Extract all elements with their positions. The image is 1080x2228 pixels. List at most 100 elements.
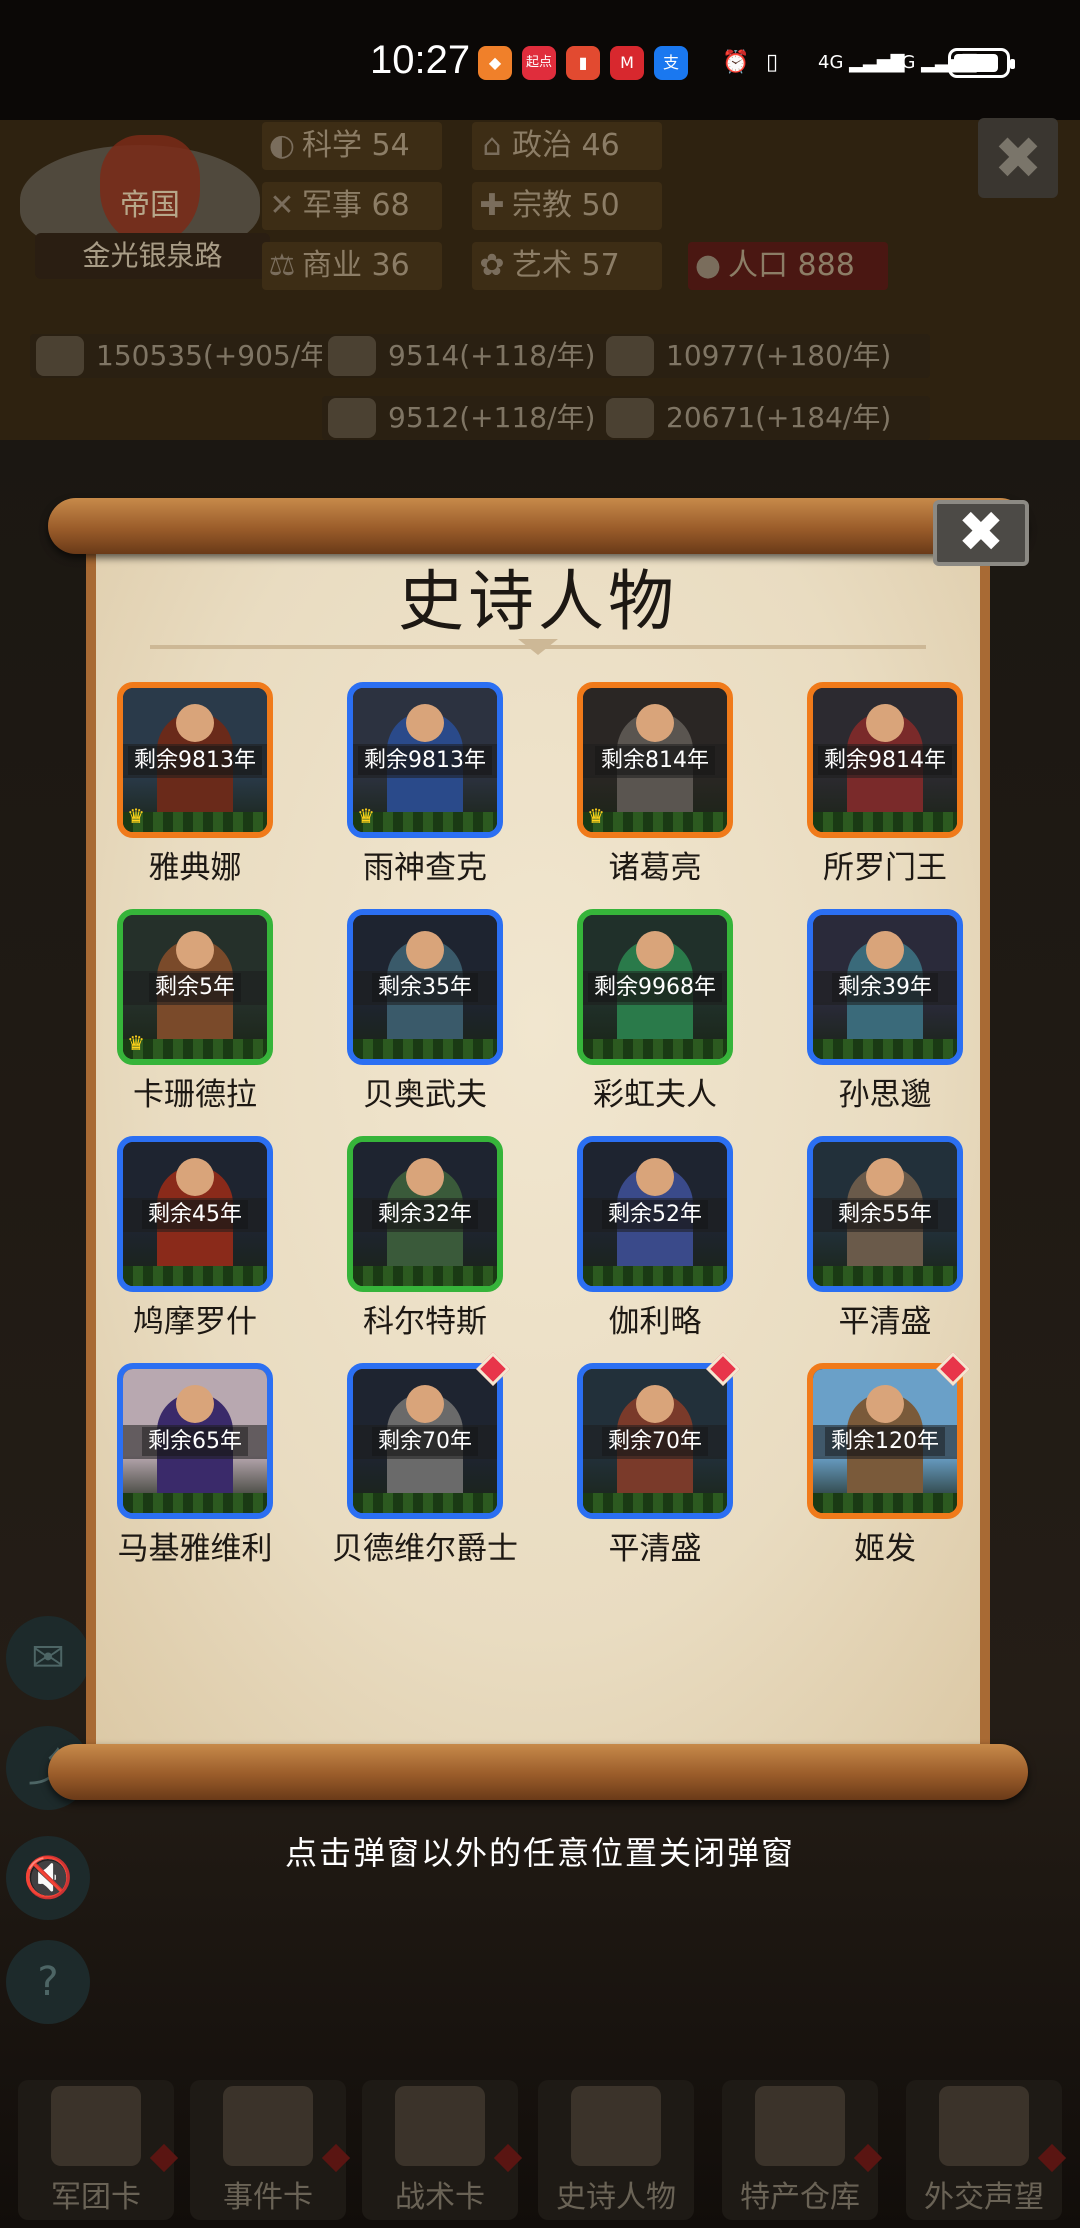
character-card[interactable]: 剩余70年贝德维尔爵士 — [332, 1352, 518, 1568]
character-head — [866, 1385, 904, 1423]
tab-diplomacy: 外交声望 — [906, 2080, 1067, 2220]
app-icon-orange: ◆ — [478, 46, 512, 80]
close-button[interactable]: ✖ — [933, 500, 1029, 566]
character-name: 雅典娜 — [148, 850, 242, 886]
resource-meat: 20671(+184/年) — [600, 396, 930, 440]
swords-icon: ✕ — [269, 188, 295, 223]
mail-icon: ✉ — [6, 1616, 90, 1700]
character-card[interactable]: ♛ 剩余814年 诸葛亮 — [577, 682, 737, 887]
stat-commerce: ⚖ 商业 36 — [262, 242, 442, 290]
remaining-years: 剩余70年 — [353, 1425, 497, 1459]
character-portrait[interactable]: 剩余52年 — [577, 1136, 733, 1292]
character-card[interactable]: ♛ 剩余9813年 雅典娜 — [117, 682, 277, 887]
character-portrait[interactable]: 剩余120年 — [807, 1363, 963, 1519]
gold-icon — [36, 336, 84, 376]
app-icon-red: ▮ — [566, 46, 600, 80]
character-card[interactable]: 剩余39年孙思邈 — [807, 909, 967, 1114]
character-portrait[interactable]: 剩余9968年 — [577, 909, 733, 1065]
character-portrait[interactable]: 剩余65年 — [117, 1363, 273, 1519]
character-portrait[interactable]: 剩余32年 — [347, 1136, 503, 1292]
character-name: 孙思邈 — [838, 1077, 932, 1113]
remaining-years: 剩余39年 — [813, 971, 957, 1005]
character-portrait[interactable]: 剩余70年 — [347, 1363, 503, 1519]
character-card[interactable]: ♛ 剩余5年 卡珊德拉 — [117, 909, 277, 1114]
close-hint: 点击弹窗以外的任意位置关闭弹窗 — [284, 1834, 795, 1872]
character-card[interactable]: 剩余32年 科尔特斯 — [347, 1136, 507, 1341]
character-card[interactable]: 剩余35年贝奥武夫 — [347, 909, 507, 1114]
character-name: 姬发 — [854, 1531, 916, 1567]
character-portrait[interactable]: 剩余55年 — [807, 1136, 963, 1292]
character-name: 所罗门王 — [823, 850, 947, 886]
resource-stone: 9512(+118/年) — [322, 396, 646, 440]
character-portrait[interactable]: 剩余35年 — [347, 909, 503, 1065]
remaining-years: 剩余9813年 — [123, 744, 267, 778]
remaining-years: 剩余814年 — [583, 744, 727, 778]
character-name: 雨神查克 — [363, 850, 487, 886]
character-card[interactable]: 剩余70年 平清盛 — [577, 1352, 740, 1568]
character-name: 彩虹夫人 — [593, 1077, 717, 1113]
character-card[interactable]: 剩余55年 平清盛 — [807, 1136, 967, 1341]
grass-decoration — [583, 1039, 727, 1059]
crown-icon: ♛ — [127, 1031, 145, 1055]
character-card[interactable]: ♛ 剩余9813年雨神查克 — [347, 682, 507, 887]
character-card[interactable]: 剩余9968年彩虹夫人 — [577, 909, 737, 1114]
character-head — [866, 931, 904, 969]
tab-epic-figures: 史诗人物 — [538, 2080, 694, 2220]
remaining-years: 剩余5年 — [123, 971, 267, 1005]
character-head — [406, 1158, 444, 1196]
character-name: 贝德维尔爵士 — [332, 1531, 518, 1567]
character-card[interactable]: 剩余120年 姬发 — [807, 1352, 970, 1568]
crown-icon: ♛ — [587, 804, 605, 828]
stat-military: ✕ 军事 68 — [262, 182, 442, 230]
signal-4g-label: 4G — [890, 52, 916, 73]
planet-icon: ◐ — [268, 128, 296, 163]
person-icon: ● — [694, 248, 722, 283]
remaining-years: 剩余120年 — [813, 1425, 957, 1459]
status-bar: 10:27 ◆ 起点 ▮ M 支 ⏰ ▯ 4G ▂▃▅▇ 4G ▂▃▅▇ — [0, 0, 1080, 120]
character-portrait[interactable]: ♛ 剩余9813年 — [117, 682, 273, 838]
tab-legion-cards: 军团卡 — [18, 2080, 179, 2220]
character-portrait[interactable]: ♛ 剩余9813年 — [347, 682, 503, 838]
remaining-years: 剩余9813年 — [353, 744, 497, 778]
character-head — [176, 704, 214, 742]
character-portrait[interactable]: 剩余45年 — [117, 1136, 273, 1292]
background-close-icon: ✖ — [978, 118, 1058, 198]
character-portrait[interactable]: 剩余70年 — [577, 1363, 733, 1519]
empire-badge-title: 帝国 — [120, 188, 180, 223]
character-card[interactable]: 剩余52年伽利略 — [577, 1136, 737, 1341]
grass-decoration — [813, 1266, 957, 1286]
battery-charging-icon — [948, 48, 1015, 78]
grass-decoration — [813, 1039, 957, 1059]
meat-icon — [606, 398, 654, 438]
character-name: 伽利略 — [608, 1304, 702, 1340]
vibrate-icon: ▯ — [766, 50, 779, 75]
grass-decoration — [813, 1493, 957, 1513]
china-merchants-icon: M — [610, 46, 644, 80]
character-portrait[interactable]: ♛ 剩余814年 — [577, 682, 733, 838]
tab-tactic-cards: 战术卡 — [362, 2080, 523, 2220]
remaining-years: 剩余55年 — [813, 1198, 957, 1232]
chest-icon — [755, 2086, 845, 2166]
character-head — [176, 1158, 214, 1196]
character-head — [636, 704, 674, 742]
grass-decoration — [353, 1493, 497, 1513]
character-head — [866, 1158, 904, 1196]
alarm-icon: ⏰ — [722, 50, 750, 75]
character-card[interactable]: 剩余9814年所罗门王 — [807, 682, 967, 887]
remaining-years: 剩余70年 — [583, 1425, 727, 1459]
crown-icon: ♛ — [127, 804, 145, 828]
character-portrait[interactable]: 剩余39年 — [807, 909, 963, 1065]
remaining-years: 剩余65年 — [123, 1425, 267, 1459]
character-card[interactable]: 剩余45年 鸠摩罗什 — [117, 1136, 277, 1341]
empire-name: 金光银泉路 — [35, 233, 270, 279]
character-head — [636, 1385, 674, 1423]
character-card[interactable]: 剩余65年 马基雅维利 — [117, 1363, 277, 1568]
character-name: 贝奥武夫 — [363, 1077, 487, 1113]
modal-title: 史诗人物 — [398, 563, 678, 640]
crown-icon — [571, 2086, 661, 2166]
grass-decoration — [353, 1039, 497, 1059]
grass-decoration — [353, 1266, 497, 1286]
character-portrait[interactable]: ♛ 剩余5年 — [117, 909, 273, 1065]
qidian-icon: 起点 — [522, 46, 556, 80]
character-portrait[interactable]: 剩余9814年 — [807, 682, 963, 838]
